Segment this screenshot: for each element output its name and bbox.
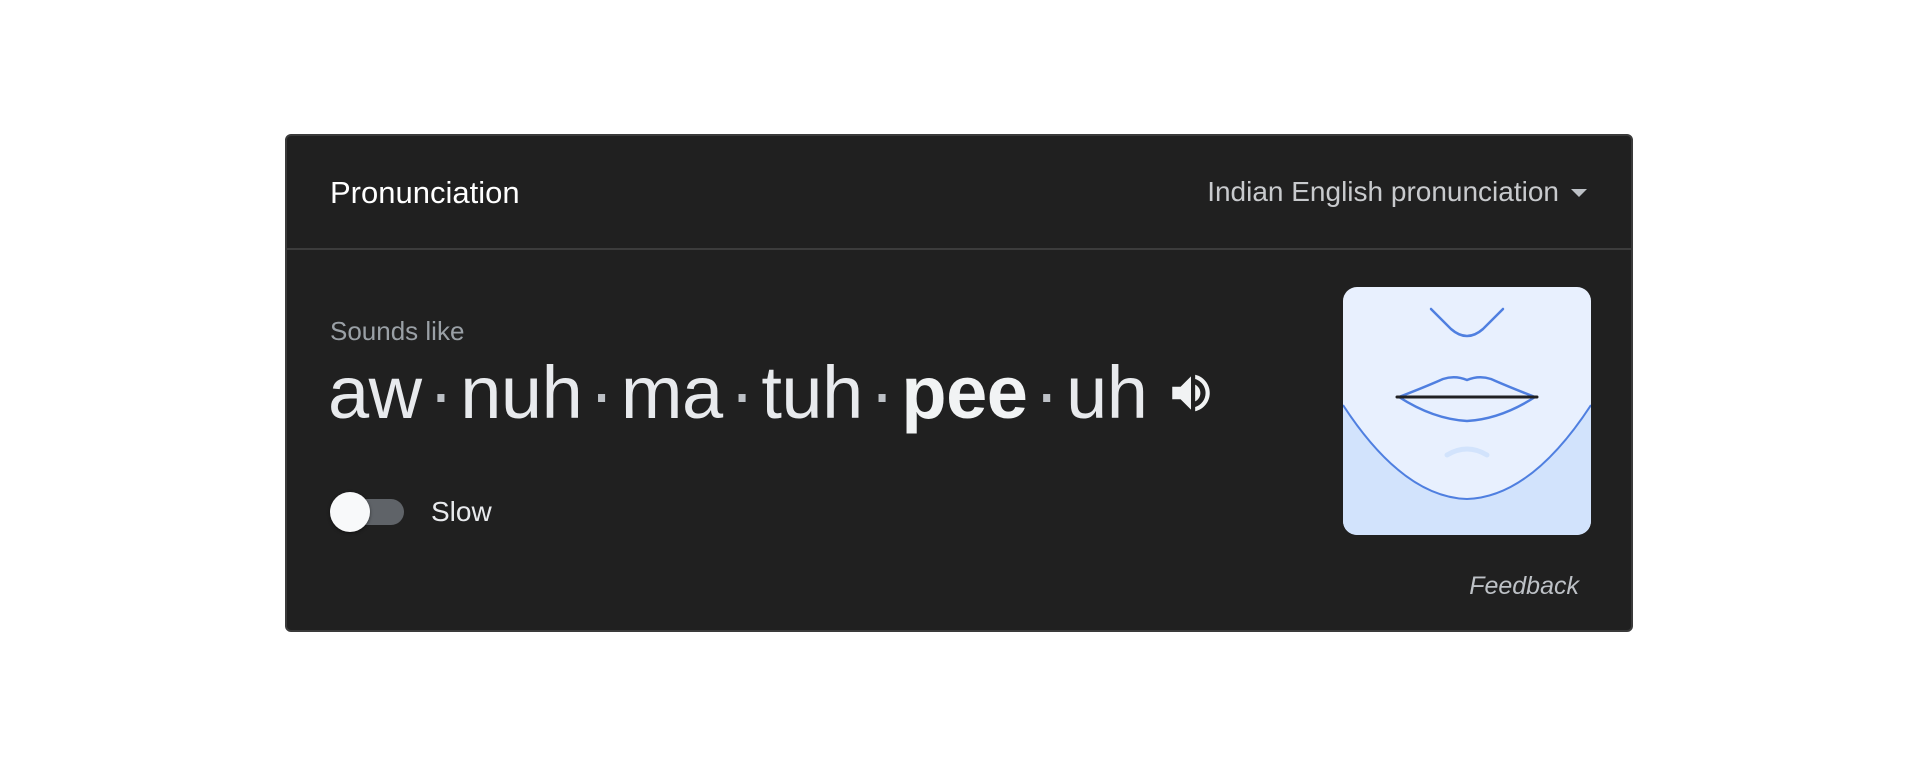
syllable: ma <box>620 351 723 434</box>
pronunciation-language-label: Indian English pronunciation <box>1207 176 1559 207</box>
slow-toggle-thumb <box>330 492 370 532</box>
speaker-icon[interactable] <box>1165 367 1217 419</box>
slow-row: Slow <box>330 492 492 532</box>
syllable: tuh <box>761 351 863 434</box>
syllable-separator: · <box>869 351 895 434</box>
slow-label: Slow <box>431 496 492 527</box>
phonetic-spelling: aw · nuh · ma · tuh · pee · uh <box>328 356 1217 430</box>
mouth-illustration <box>1343 287 1591 535</box>
card-title: Pronunciation <box>330 175 520 210</box>
syllable-separator: · <box>589 351 614 434</box>
slow-toggle[interactable] <box>330 492 404 532</box>
pronunciation-card: Pronunciation Indian English pronunciati… <box>285 134 1633 632</box>
sounds-like-label: Sounds like <box>330 316 465 346</box>
syllable: uh <box>1066 351 1148 434</box>
syllable-separator: · <box>428 351 454 434</box>
card-header: Pronunciation Indian English pronunciati… <box>287 136 1631 250</box>
pronunciation-language-dropdown[interactable]: Indian English pronunciation <box>1207 178 1587 206</box>
syllable: aw <box>328 351 422 434</box>
syllable-separator: · <box>729 351 755 434</box>
chevron-down-icon <box>1571 189 1587 197</box>
feedback-link[interactable]: Feedback <box>1469 574 1579 599</box>
syllable-stressed: pee <box>901 351 1028 434</box>
syllable-separator: · <box>1034 351 1060 434</box>
syllable: nuh <box>460 351 583 434</box>
